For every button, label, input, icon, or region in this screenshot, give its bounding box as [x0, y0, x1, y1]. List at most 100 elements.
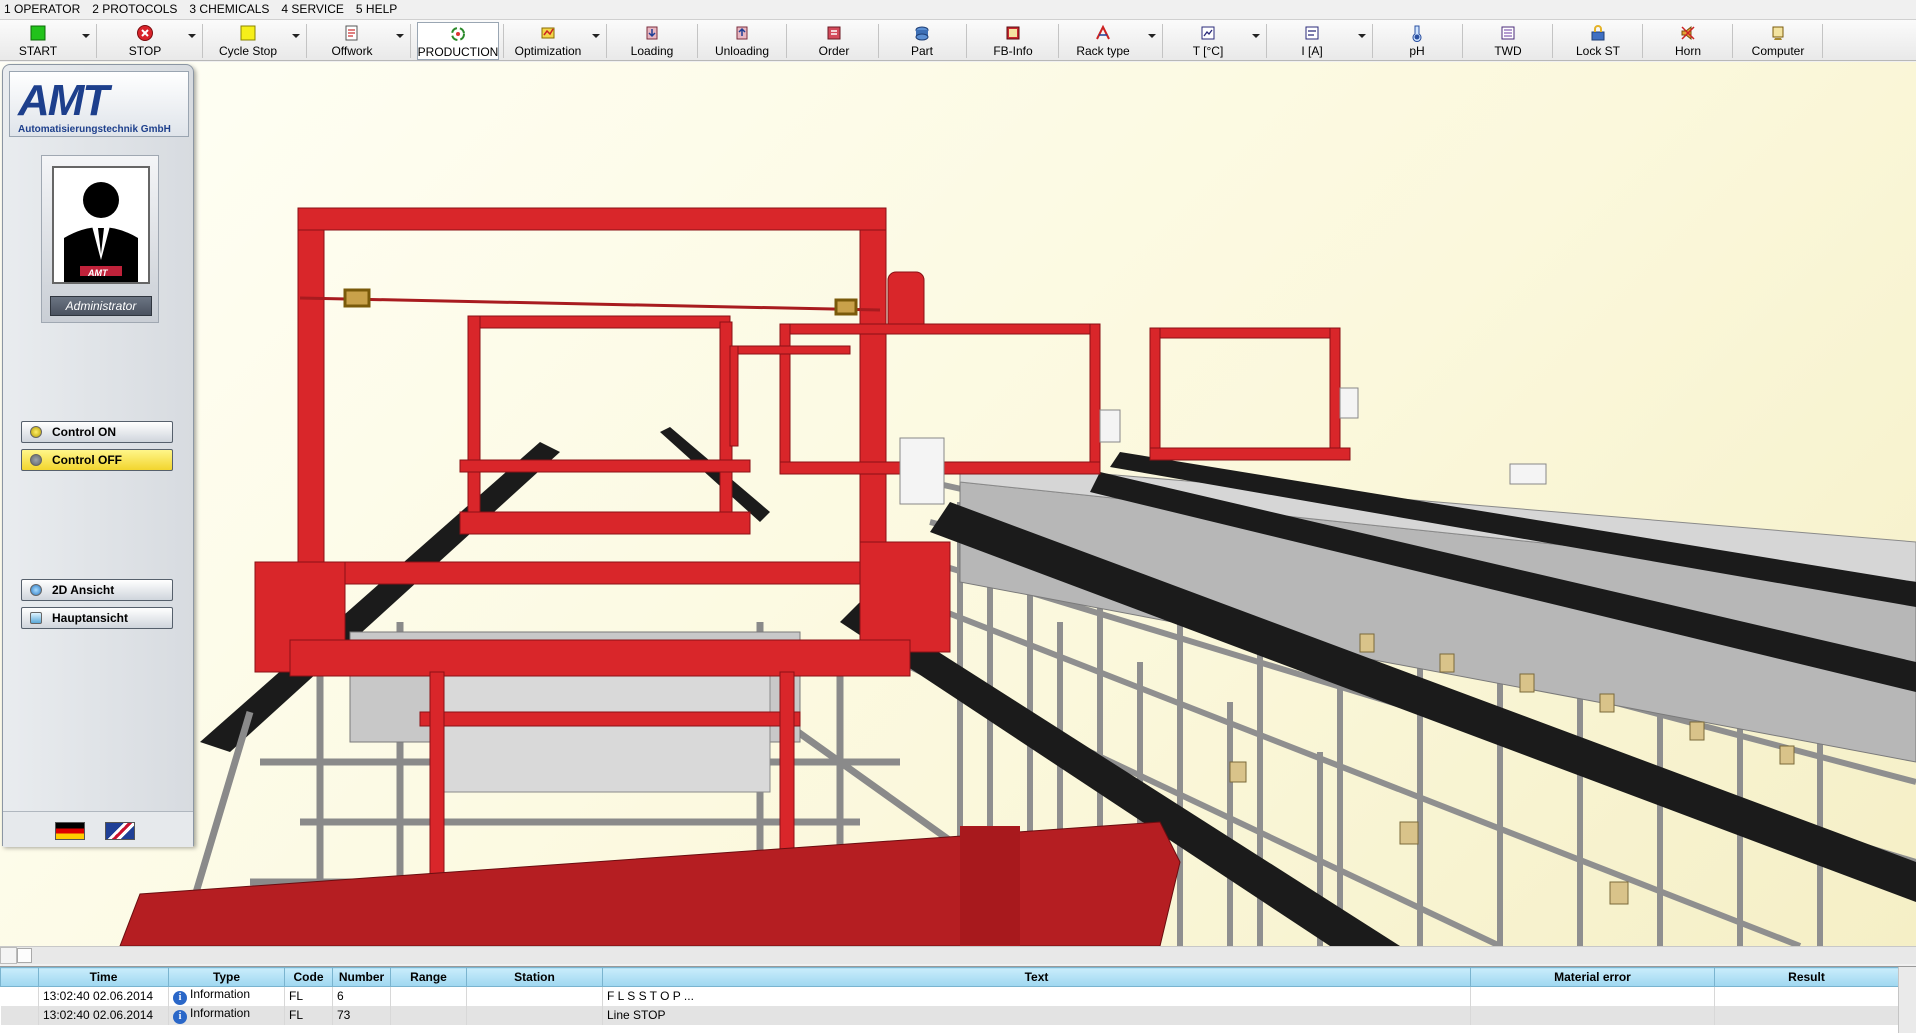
avatar: AMT [52, 166, 150, 284]
toolbar-separator [1266, 24, 1267, 58]
temperature-dropdown-arrow[interactable] [1252, 34, 1260, 38]
message-log: Time Type Code Number Range Station Text… [0, 966, 1916, 1033]
col-range[interactable]: Range [390, 967, 467, 987]
cell-result [1714, 1005, 1899, 1025]
control-on-button[interactable]: Control ON [21, 421, 173, 443]
stop-button[interactable]: STOP [110, 22, 180, 60]
twd-icon [1501, 26, 1515, 40]
toolbar-separator [1552, 24, 1553, 58]
toolbar-separator [697, 24, 698, 58]
current-icon [1305, 26, 1319, 40]
message-table: Time Type Code Number Range Station Text… [0, 967, 1899, 1025]
col-marker [0, 967, 39, 987]
control-on-indicator-icon [30, 426, 42, 438]
toolbar-separator [503, 24, 504, 58]
cell-number: 6 [332, 986, 391, 1006]
scroll-thumb[interactable] [17, 948, 32, 963]
cell-result [1714, 986, 1899, 1006]
table-row[interactable]: 13:02:40 02.06.2014 i Information FL 73 L… [0, 1005, 1899, 1025]
information-icon: i [173, 1010, 187, 1024]
loading-icon [646, 26, 658, 40]
ph-icon [1412, 25, 1422, 42]
production-button[interactable]: PRODUCTION [417, 22, 499, 60]
control-off-button[interactable]: Control OFF [21, 449, 173, 471]
menu-help[interactable]: 5 HELP [356, 2, 397, 16]
main-view-button[interactable]: Hauptansicht [21, 607, 173, 629]
toolbar-separator [966, 24, 967, 58]
cell-station [466, 986, 603, 1006]
role-label: Administrator [50, 296, 152, 316]
control-off-indicator-icon [30, 454, 42, 466]
company-logo: AMT Automatisierungstechnik GmbH [9, 71, 189, 137]
cell-number: 73 [332, 1005, 391, 1025]
cell-type: i Information [168, 986, 285, 1006]
order-button[interactable]: Order [794, 22, 874, 60]
menu-operator[interactable]: 1 OPERATOR [4, 2, 80, 16]
start-button[interactable]: START [4, 22, 72, 60]
temperature-icon [1201, 26, 1215, 40]
cycle-stop-dropdown-arrow[interactable] [292, 34, 300, 38]
scroll-left-button[interactable] [0, 947, 17, 964]
col-code[interactable]: Code [284, 967, 333, 987]
optimization-dropdown-arrow[interactable] [592, 34, 600, 38]
twd-button[interactable]: TWD [1470, 22, 1546, 60]
english-flag-icon[interactable] [105, 822, 135, 840]
viewport-horizontal-scrollbar[interactable] [0, 946, 1916, 964]
offwork-button[interactable]: Offwork [316, 22, 388, 60]
menu-bar: 1 OPERATOR 2 PROTOCOLS 3 CHEMICALS 4 SER… [0, 0, 1916, 18]
cranes-far [729, 323, 1351, 475]
horn-button[interactable]: Horn [1650, 22, 1726, 60]
cell-text: F L S S T O P ... [602, 986, 1471, 1006]
rack-type-dropdown-arrow[interactable] [1148, 34, 1156, 38]
menu-service[interactable]: 4 SERVICE [281, 2, 343, 16]
main-view-indicator-icon [30, 612, 42, 624]
current-button[interactable]: I [A] [1274, 22, 1350, 60]
cell-station [466, 1005, 603, 1025]
avatar-logo: AMT [88, 268, 108, 278]
offwork-dropdown-arrow[interactable] [396, 34, 404, 38]
cell-range [390, 1005, 467, 1025]
col-number[interactable]: Number [332, 967, 391, 987]
computer-button[interactable]: Computer [1740, 22, 1816, 60]
toolbar-separator [96, 24, 97, 58]
start-dropdown-arrow[interactable] [82, 34, 90, 38]
side-panel: AMT Automatisierungstechnik GmbH AMT Adm… [2, 64, 194, 847]
plant-3d-viewport[interactable] [0, 62, 1916, 946]
toolbar-separator [306, 24, 307, 58]
toolbar-separator [1732, 24, 1733, 58]
ph-button[interactable]: pH [1380, 22, 1454, 60]
menu-protocols[interactable]: 2 PROTOCOLS [92, 2, 177, 16]
current-dropdown-arrow[interactable] [1358, 34, 1366, 38]
col-time[interactable]: Time [38, 967, 169, 987]
temperature-button[interactable]: T [°C] [1170, 22, 1246, 60]
crane-crossbar [299, 288, 881, 316]
fb-info-button[interactable]: FB-Info [974, 22, 1052, 60]
cell-material-error [1470, 1005, 1715, 1025]
unloading-button[interactable]: Unloading [704, 22, 780, 60]
col-result[interactable]: Result [1714, 967, 1899, 987]
toolbar-separator [202, 24, 203, 58]
optimization-icon [541, 27, 555, 39]
rack-type-button[interactable]: Rack type [1066, 22, 1140, 60]
message-log-vertical-scrollbar[interactable] [1898, 967, 1916, 1033]
col-station[interactable]: Station [466, 967, 603, 987]
toolbar-separator [1058, 24, 1059, 58]
german-flag-icon[interactable] [55, 822, 85, 840]
cycle-stop-yellow-square-icon [240, 25, 256, 41]
information-icon: i [173, 991, 187, 1006]
col-type[interactable]: Type [168, 967, 285, 987]
loading-button[interactable]: Loading [614, 22, 690, 60]
optimization-button[interactable]: Optimization [510, 22, 586, 60]
view-2d-button[interactable]: 2D Ansicht [21, 579, 173, 601]
lock-station-button[interactable]: Lock ST [1560, 22, 1636, 60]
col-material-error[interactable]: Material error [1470, 967, 1715, 987]
part-button[interactable]: Part [884, 22, 960, 60]
table-row[interactable]: 13:02:40 02.06.2014 i Information FL 6 F … [0, 986, 1899, 1006]
stop-dropdown-arrow[interactable] [188, 34, 196, 38]
col-text[interactable]: Text [602, 967, 1471, 987]
toolbar-separator [786, 24, 787, 58]
message-table-header: Time Type Code Number Range Station Text… [0, 967, 1899, 987]
cycle-stop-button[interactable]: Cycle Stop [212, 22, 284, 60]
rack-type-icon [1096, 24, 1110, 40]
menu-chemicals[interactable]: 3 CHEMICALS [189, 2, 269, 16]
